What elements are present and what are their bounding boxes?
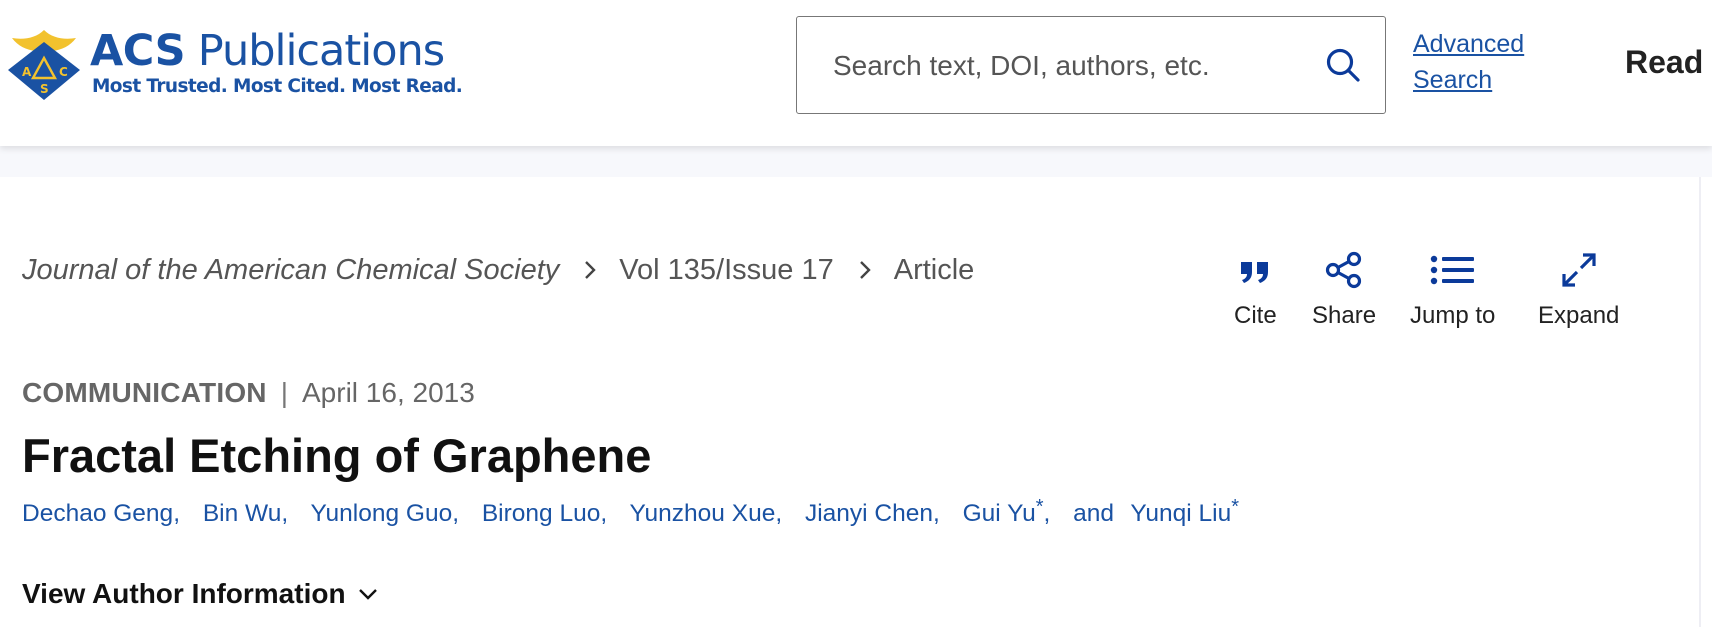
publication-date: April 16, 2013 xyxy=(302,377,475,408)
corresponding-author-mark: * xyxy=(1035,496,1044,518)
share-label: Share xyxy=(1312,302,1377,329)
author-link[interactable]: Jianyi Chen, xyxy=(805,500,956,527)
breadcrumb-current: Article xyxy=(893,253,975,286)
author-link[interactable]: Dechao Geng, xyxy=(22,500,196,527)
logo-wordmark-publications: Publications xyxy=(197,26,445,76)
site-header: A C S ACS Publications Most Trusted. Mos… xyxy=(0,0,1712,146)
emblem-letter-c: C xyxy=(59,65,68,79)
author-link[interactable]: Gui Yu*, xyxy=(963,497,1067,527)
chevron-right-icon xyxy=(585,261,596,279)
acs-emblem-icon: A C S xyxy=(8,30,80,100)
view-author-info-toggle[interactable]: View Author Information xyxy=(22,578,378,610)
breadcrumb-issue[interactable]: Vol 135/Issue 17 xyxy=(619,254,833,287)
chevron-right-icon xyxy=(859,261,871,279)
author-link[interactable]: Yunqi Liu* xyxy=(1130,497,1239,527)
logo-wordmark-acs: ACS xyxy=(90,26,186,76)
jump-to-label: Jump to xyxy=(1410,302,1496,329)
author-list: Dechao Geng, Bin Wu, Yunlong Guo, Birong… xyxy=(22,497,1239,528)
cite-label: Cite xyxy=(1234,302,1277,329)
share-button[interactable]: Share xyxy=(1312,250,1376,330)
breadcrumb-journal[interactable]: Journal of the American Chemical Society xyxy=(22,254,559,287)
emblem-letter-s: S xyxy=(40,82,49,96)
logo-tagline: Most Trusted. Most Cited. Most Read. xyxy=(92,76,463,97)
view-author-info-label: View Author Information xyxy=(22,578,346,609)
meta-separator: | xyxy=(280,377,288,408)
content-divider xyxy=(1699,177,1701,627)
breadcrumb: Journal of the American Chemical Society… xyxy=(22,250,974,290)
author-link[interactable]: Yunzhou Xue, xyxy=(630,500,799,527)
author-link[interactable]: Birong Luo, xyxy=(482,500,623,527)
advanced-search-link[interactable]: Advanced Search xyxy=(1413,26,1553,98)
header-underlay-band xyxy=(0,146,1712,177)
author-link[interactable]: Bin Wu, xyxy=(203,500,304,527)
emblem-letter-a: A xyxy=(22,65,32,79)
expand-icon xyxy=(1562,253,1596,287)
read-menu[interactable]: Read xyxy=(1625,44,1703,81)
corresponding-author-mark: * xyxy=(1231,496,1239,518)
jump-to-button[interactable]: Jump to xyxy=(1410,250,1495,330)
author-conjunction: and xyxy=(1073,500,1115,527)
search-box xyxy=(796,16,1386,114)
list-icon xyxy=(1430,255,1474,285)
chevron-down-icon xyxy=(358,589,377,600)
quote-icon xyxy=(1241,262,1269,283)
acs-publications-logo[interactable]: A C S ACS Publications Most Trusted. Mos… xyxy=(6,26,463,102)
expand-button[interactable]: Expand xyxy=(1538,250,1619,330)
article-meta: COMMUNICATION | April 16, 2013 xyxy=(22,377,475,409)
logo-wordmark: ACS Publications xyxy=(90,26,445,76)
expand-label: Expand xyxy=(1538,302,1620,329)
cite-button[interactable]: Cite xyxy=(1234,250,1277,330)
article-title: Fractal Etching of Graphene xyxy=(22,429,652,482)
article-type: COMMUNICATION xyxy=(22,377,267,408)
author-link[interactable]: Yunlong Guo, xyxy=(311,500,476,527)
search-input[interactable] xyxy=(831,17,1315,114)
search-icon[interactable] xyxy=(1325,47,1363,85)
share-icon xyxy=(1325,251,1362,289)
